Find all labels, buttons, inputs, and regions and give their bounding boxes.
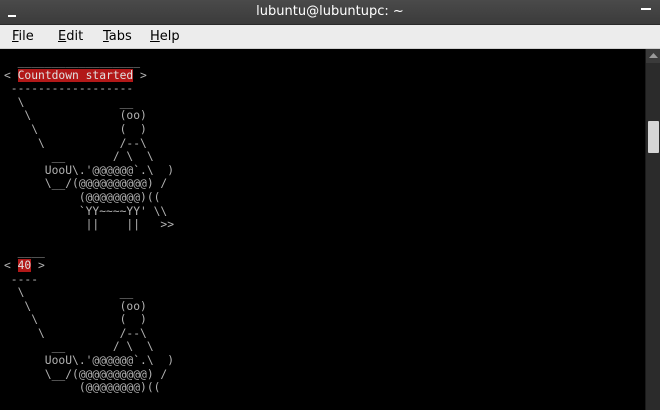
speech-bubble-right: >: [31, 258, 45, 272]
speech-bubble-left: <: [4, 258, 18, 272]
speech-bubble-right: >: [133, 68, 147, 82]
window-title: lubuntu@lubuntupc: ~: [256, 4, 404, 19]
menu-tabs[interactable]: Tabs: [101, 28, 134, 45]
terminal-output[interactable]: __________________ < Countdown started >…: [0, 49, 645, 410]
countdown-number: 40: [17, 258, 32, 272]
window-titlebar[interactable]: lubuntu@lubuntupc: ~: [0, 0, 660, 25]
speech-bubble-bottom: ------------------: [4, 82, 134, 96]
scrollbar[interactable]: [645, 49, 660, 410]
ascii-cow: \ __ \ (oo) \ ( ) \ /--\ __ / \ \ UooU\.…: [17, 286, 175, 395]
countdown-message: Countdown started: [17, 68, 134, 82]
terminal-text: __________________ < Countdown started >…: [0, 49, 645, 395]
minimize-icon[interactable]: [640, 6, 652, 18]
menu-bar: File Edit Tabs Help: [0, 25, 660, 49]
speech-bubble-top: __________________: [4, 55, 141, 68]
speech-bubble-top: ____: [4, 245, 45, 259]
ascii-cow: \ __ \ (oo) \ ( ) \ /--\ __ / \ \ UooU\.…: [17, 95, 175, 232]
speech-bubble-left: <: [4, 68, 18, 82]
speech-bubble-bottom: ----: [4, 272, 39, 286]
menu-edit[interactable]: Edit: [56, 28, 85, 45]
scroll-up-button[interactable]: [646, 49, 660, 63]
menu-file[interactable]: File: [10, 28, 36, 45]
scrollbar-thumb[interactable]: [648, 121, 659, 153]
chevron-up-icon: [649, 53, 658, 58]
menu-help[interactable]: Help: [148, 28, 182, 45]
